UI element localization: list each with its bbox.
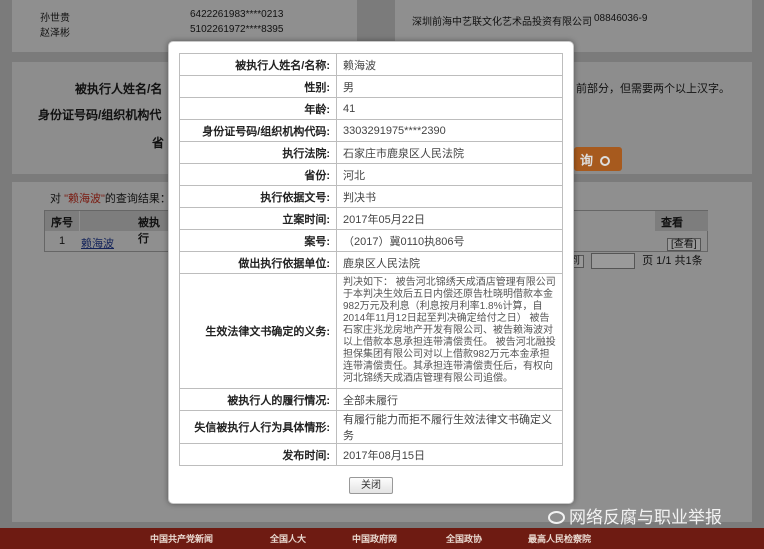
field-value: 判决如下： 被告河北锦绣天成酒店管理有限公司于本判决生效后五日内偿还原告杜晓明借… xyxy=(336,273,563,389)
field-value: 男 xyxy=(336,75,563,98)
field-label: 失信被执行人行为具体情形: xyxy=(179,410,337,444)
view-button[interactable]: [查看] xyxy=(667,238,701,251)
results-title: 对 "赖海波"的查询结果： xyxy=(50,193,171,205)
form-label-name: 被执行人姓名/名 xyxy=(75,82,163,96)
list-item-id: 5102261972****8395 xyxy=(190,24,284,35)
detail-table: 被执行人姓名/名称: 赖海波 性别: 男 年龄: 41 身份证号码/组织机构代码: 33… xyxy=(179,53,563,466)
field-label: 性别: xyxy=(179,75,337,98)
detail-dialog: 被执行人姓名/名称: 赖海波 性别: 男 年龄: 41 身份证号码/组织机构代码: 33… xyxy=(168,41,574,504)
column-header-view: 查看 xyxy=(655,211,708,231)
footer-link[interactable]: 最高人民检察院 xyxy=(528,532,591,545)
list-item-id: 6422261983****0213 xyxy=(190,9,284,20)
field-label: 年龄: xyxy=(179,97,337,120)
field-value: 2017年05月22日 xyxy=(336,207,563,230)
field-value: （2017）冀0110执806号 xyxy=(336,229,563,252)
form-hint: 前部分，但需要两个以上汉字。 xyxy=(576,83,730,95)
field-value: 2017年08月15日 xyxy=(336,443,563,466)
footer-link[interactable]: 全国政协 xyxy=(446,532,482,545)
field-label: 做出执行依据单位: xyxy=(179,251,337,274)
close-button[interactable]: 关闭 xyxy=(349,477,393,494)
field-value: 赖海波 xyxy=(336,53,563,76)
search-button[interactable]: 询 xyxy=(574,147,622,171)
wechat-icon xyxy=(548,511,565,524)
footer-links: 中国共产党新闻 全国人大 中国政府网 全国政协 最高人民检察院 xyxy=(0,528,764,549)
footer-link[interactable]: 中国共产党新闻 xyxy=(150,532,213,545)
field-value: 河北 xyxy=(336,163,563,186)
field-value: 判决书 xyxy=(336,185,563,208)
field-label: 立案时间: xyxy=(179,207,337,230)
field-value: 3303291975****2390 xyxy=(336,119,563,142)
search-button-label: 询 xyxy=(580,153,594,168)
results-keyword: "赖海波" xyxy=(64,193,105,205)
pager-info: 页 1/1 共1条 xyxy=(642,255,703,267)
list-item-name[interactable]: 深圳前海中艺联文化艺术品投资有限公司 xyxy=(412,13,592,28)
field-label: 身份证号码/组织机构代码: xyxy=(179,119,337,142)
field-value: 有履行能力而拒不履行生效法律文书确定义务 xyxy=(336,410,563,444)
field-label: 被执行人姓名/名称: xyxy=(179,53,337,76)
form-label-province: 省 xyxy=(152,136,165,150)
field-label: 案号: xyxy=(179,229,337,252)
field-value: 鹿泉区人民法院 xyxy=(336,251,563,274)
column-header-seq: 序号 xyxy=(45,211,79,231)
search-icon xyxy=(599,156,610,166)
field-label: 发布时间: xyxy=(179,443,337,466)
form-label-id: 身份证号码/组织机构代 xyxy=(38,108,162,122)
field-label: 省份: xyxy=(179,163,337,186)
field-value: 石家庄市鹿泉区人民法院 xyxy=(336,141,563,164)
footer-link[interactable]: 中国政府网 xyxy=(352,532,397,545)
row-name-link[interactable]: 赖海波 xyxy=(81,238,114,250)
list-item-name[interactable]: 赵泽彬 xyxy=(40,24,70,39)
field-value: 全部未履行 xyxy=(336,388,563,411)
pager-input[interactable] xyxy=(591,253,636,270)
field-label: 被执行人的履行情况: xyxy=(179,388,337,411)
pager: 到 页 1/1 共1条 xyxy=(566,252,703,270)
field-label: 执行法院: xyxy=(179,141,337,164)
list-item-id: 08846036-9 xyxy=(594,13,648,24)
column-header-name: 被执行 xyxy=(80,211,170,245)
field-label: 执行依据文号: xyxy=(179,185,337,208)
list-item-name[interactable]: 孙世贵 xyxy=(40,9,70,24)
field-label: 生效法律文书确定的义务: xyxy=(179,273,337,389)
table-row: 赖海波 xyxy=(75,232,120,252)
footer-link[interactable]: 全国人大 xyxy=(270,532,306,545)
row-seq: 1 xyxy=(59,235,66,247)
watermark: 网络反腐与职业举报 xyxy=(548,503,722,528)
field-value: 41 xyxy=(336,97,563,120)
